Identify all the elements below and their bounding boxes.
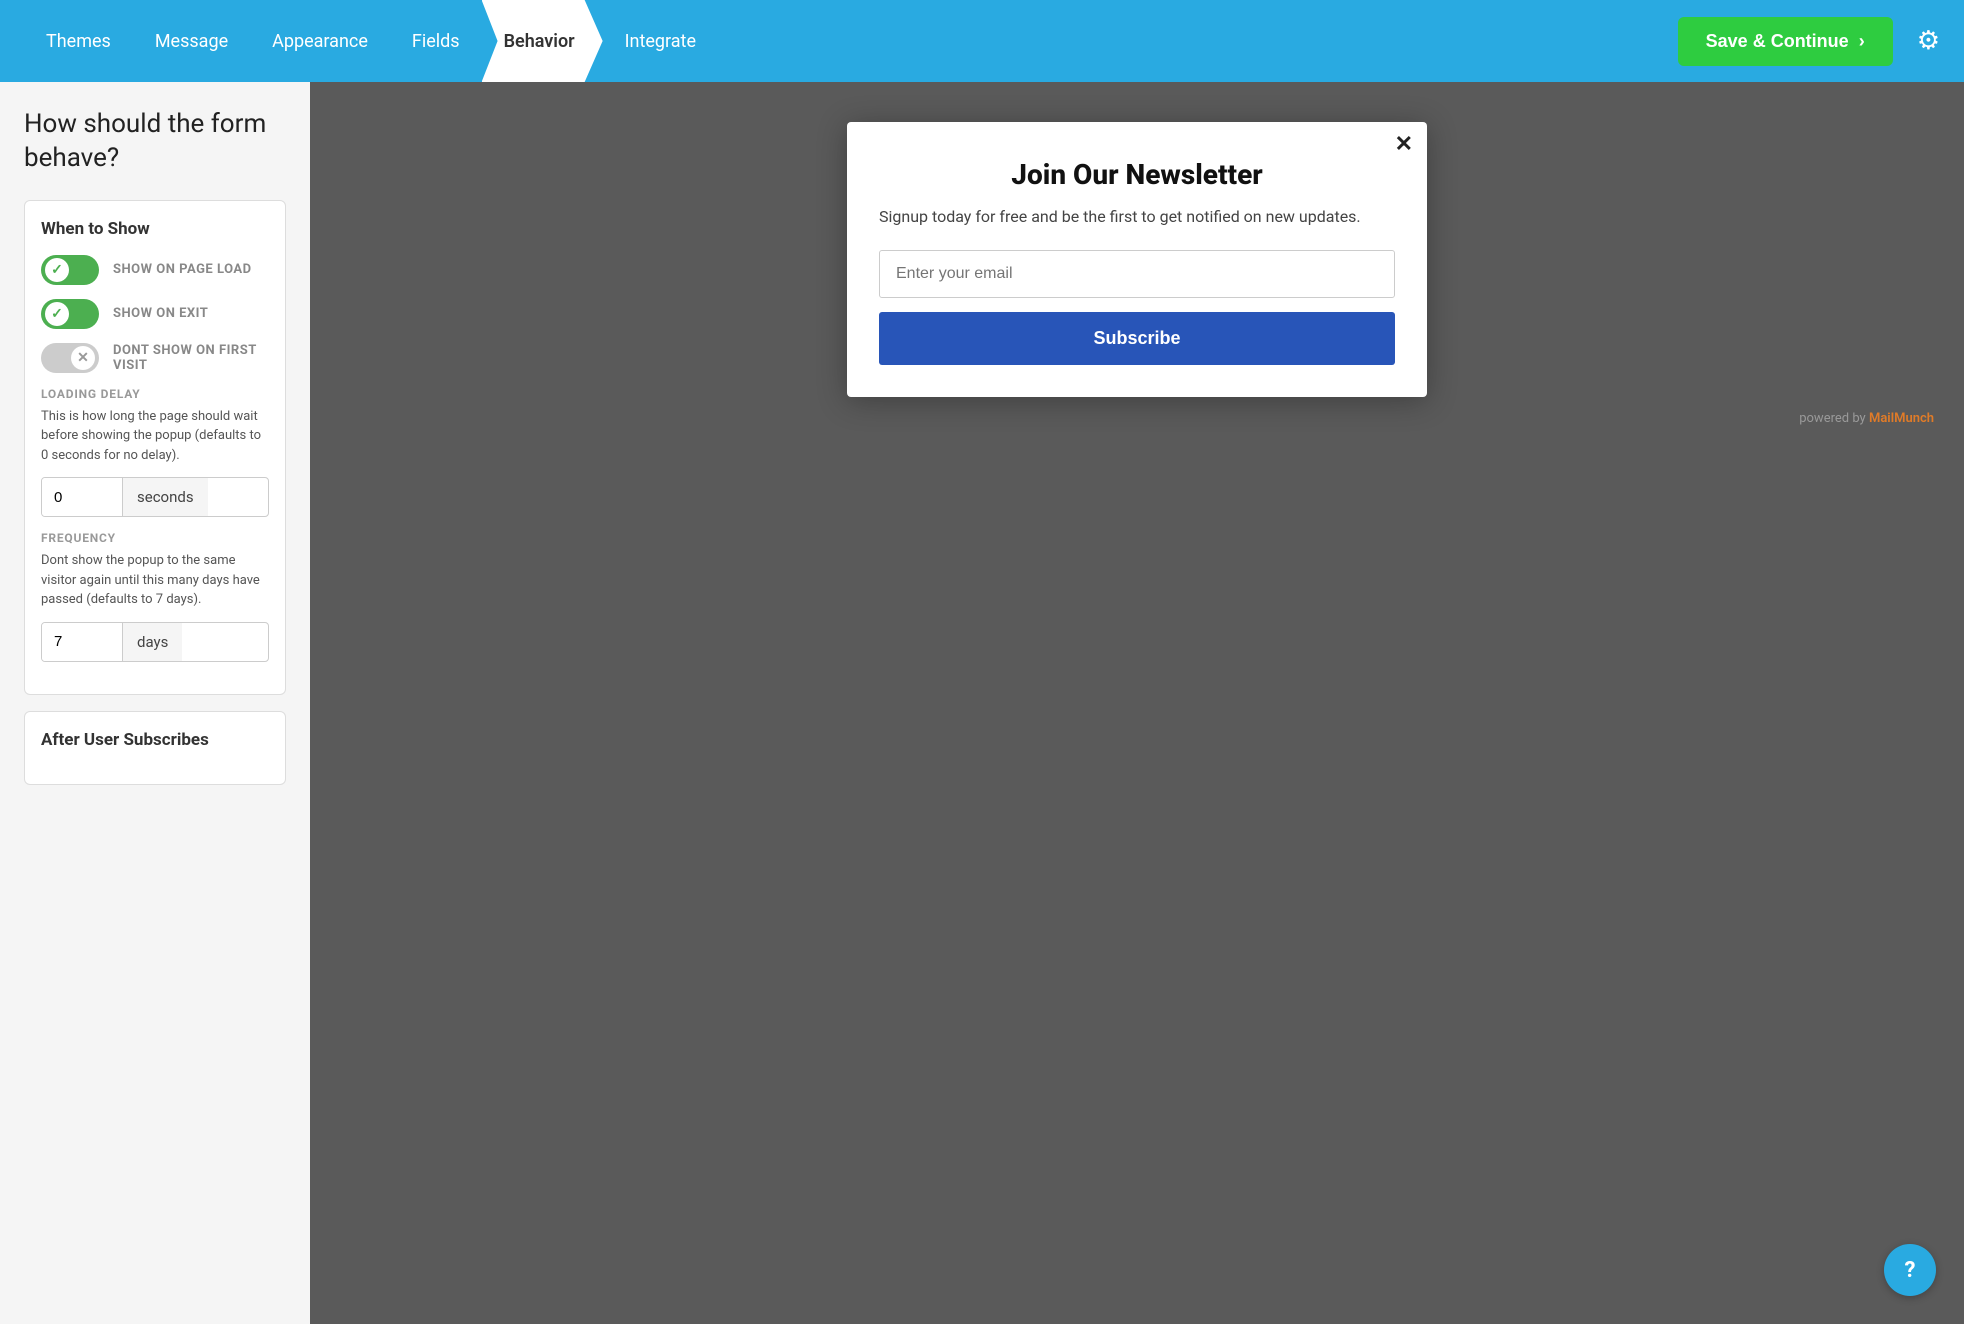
page-question: How should the form behave?	[24, 108, 286, 176]
frequency-input-group: days	[41, 622, 269, 662]
powered-by: powered by MailMunch	[1799, 411, 1934, 426]
loading-delay-unit: seconds	[122, 478, 208, 516]
toggle-page-load[interactable]: ✓	[41, 255, 99, 285]
toggle-row-page-load: ✓ SHOW ON PAGE LOAD	[41, 255, 269, 285]
loading-delay-desc: This is how long the page should wait be…	[41, 407, 269, 466]
toggle-label-first-visit: DONT SHOW ON FIRST VISIT	[113, 343, 269, 373]
nav-item-appearance[interactable]: Appearance	[250, 0, 390, 82]
popup-title: Join Our Newsletter	[879, 158, 1395, 191]
nav-item-themes[interactable]: Themes	[24, 0, 133, 82]
popup-modal: ✕ Join Our Newsletter Signup today for f…	[847, 122, 1427, 397]
after-subscribes-title: After User Subscribes	[41, 730, 269, 750]
loading-delay-label: LOADING DELAY	[41, 387, 269, 401]
nav-item-message[interactable]: Message	[133, 0, 250, 82]
when-to-show-title: When to Show	[41, 219, 269, 239]
frequency-unit: days	[122, 623, 182, 661]
mailmunch-brand: MailMunch	[1869, 411, 1934, 426]
right-panel: ✕ Join Our Newsletter Signup today for f…	[310, 82, 1964, 1324]
toggle-row-first-visit: ✕ DONT SHOW ON FIRST VISIT	[41, 343, 269, 373]
nav-item-behavior[interactable]: Behavior	[482, 0, 603, 82]
toggle-first-visit[interactable]: ✕	[41, 343, 99, 373]
nav-item-fields[interactable]: Fields	[390, 0, 482, 82]
loading-delay-input-group: seconds	[41, 477, 269, 517]
popup-email-input[interactable]	[879, 250, 1395, 298]
check-icon: ✓	[51, 262, 63, 278]
frequency-label: FREQUENCY	[41, 531, 269, 545]
toggle-exit[interactable]: ✓	[41, 299, 99, 329]
after-subscribes-card: After User Subscribes	[24, 711, 286, 785]
gear-icon[interactable]: ⚙	[1917, 26, 1940, 56]
top-nav: Themes Message Appearance Fields Behavio…	[0, 0, 1964, 82]
cross-icon: ✕	[77, 350, 89, 366]
left-panel: How should the form behave? When to Show…	[0, 82, 310, 1324]
nav-item-integrate[interactable]: Integrate	[603, 0, 718, 82]
toggle-row-exit: ✓ SHOW ON EXIT	[41, 299, 269, 329]
popup-subscribe-button[interactable]: Subscribe	[879, 312, 1395, 365]
toggle-label-exit: SHOW ON EXIT	[113, 306, 208, 321]
help-button[interactable]: ?	[1884, 1244, 1936, 1296]
loading-delay-input[interactable]	[42, 478, 122, 516]
save-continue-button[interactable]: Save & Continue ›	[1678, 17, 1893, 66]
check-icon: ✓	[51, 306, 63, 322]
when-to-show-card: When to Show ✓ SHOW ON PAGE LOAD ✓	[24, 200, 286, 695]
main-layout: How should the form behave? When to Show…	[0, 82, 1964, 1324]
toggle-label-page-load: SHOW ON PAGE LOAD	[113, 262, 252, 277]
popup-close-button[interactable]: ✕	[1395, 134, 1413, 156]
chevron-right-icon: ›	[1859, 31, 1865, 52]
frequency-desc: Dont show the popup to the same visitor …	[41, 551, 269, 610]
frequency-input[interactable]	[42, 623, 122, 661]
popup-desc: Signup today for free and be the first t…	[879, 205, 1395, 230]
